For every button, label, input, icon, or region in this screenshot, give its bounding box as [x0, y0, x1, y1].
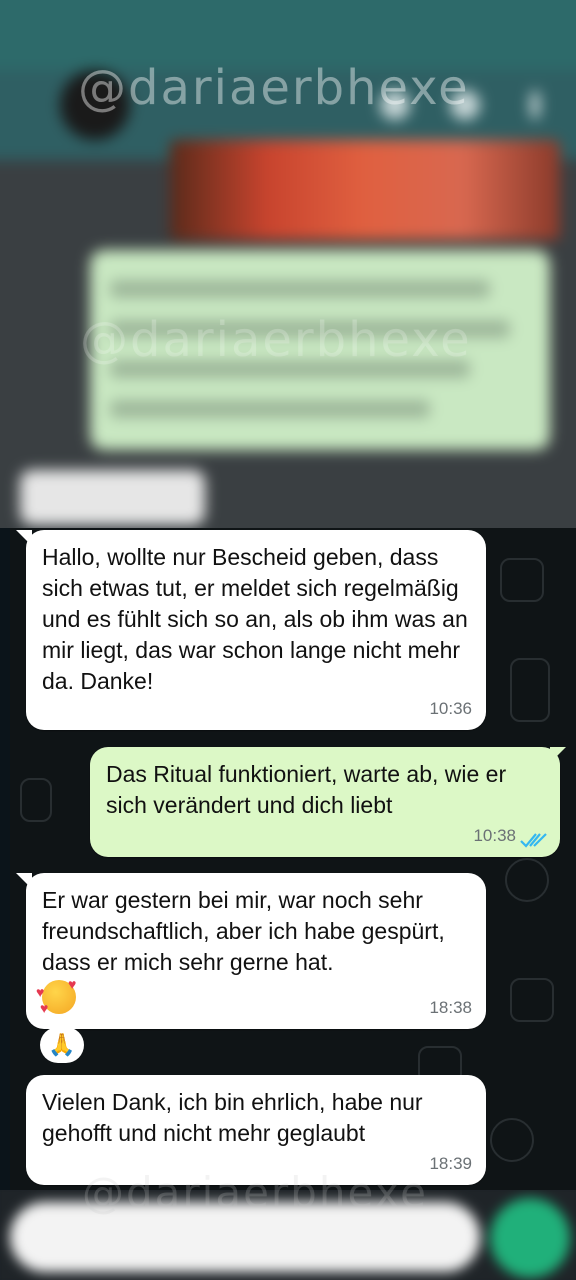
watermark: @dariaerbhexe — [78, 60, 470, 116]
message-outgoing[interactable]: Das Ritual funktioniert, warte ab, wie e… — [90, 747, 560, 857]
smiling-face-hearts-icon: ♥ ♥ ♥ — [36, 976, 77, 1016]
doodle — [500, 558, 544, 602]
doodle — [20, 778, 52, 822]
menu-icon — [530, 90, 540, 120]
doodle — [505, 858, 549, 902]
blurred-image-message — [170, 140, 560, 240]
doodle — [510, 978, 554, 1022]
blur-line — [110, 400, 430, 418]
message-time: 10:36 — [429, 699, 472, 718]
message-incoming[interactable]: Hallo, wollte nur Bescheid geben, dass s… — [26, 530, 486, 730]
message-incoming[interactable]: Er war gestern bei mir, war noch sehr fr… — [26, 873, 486, 1029]
watermark: @dariaerbhexe — [80, 312, 472, 368]
message-text: Hallo, wollte nur Bescheid geben, dass s… — [42, 544, 468, 694]
message-time: 18:39 — [429, 1154, 472, 1173]
reaction-badge[interactable]: 🙏 — [40, 1027, 84, 1063]
message-time: 18:38 — [429, 998, 472, 1017]
message-text: Vielen Dank, ich bin ehrlich, habe nur g… — [42, 1089, 423, 1146]
blurred-incoming-message — [20, 470, 205, 525]
mic-icon[interactable] — [490, 1198, 570, 1278]
message-time: 10:38 — [473, 826, 516, 845]
doodle — [490, 1118, 534, 1162]
double-check-icon — [520, 833, 547, 848]
message-text: Er war gestern bei mir, war noch sehr fr… — [42, 887, 445, 975]
message-text: Das Ritual funktioniert, warte ab, wie e… — [106, 761, 507, 818]
watermark: @dariaerbhexe — [82, 1168, 428, 1217]
folded-hands-icon: 🙏 — [48, 1032, 76, 1057]
doodle — [510, 658, 550, 722]
blur-line — [110, 280, 490, 298]
